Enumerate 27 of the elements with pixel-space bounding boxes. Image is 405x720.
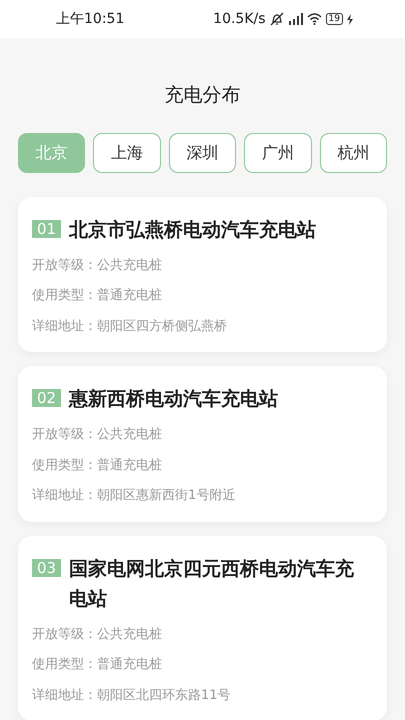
- station-detail: 详细地址：朝阳区北四环东路11号: [32, 686, 232, 705]
- station-name: 北京市弘燕桥电动汽车充电站: [69, 218, 316, 243]
- signal-icon: [288, 13, 303, 25]
- station-number: 02: [32, 389, 62, 408]
- station-detail: 开放等级：公共充电桩: [32, 256, 163, 275]
- station-detail: 详细地址：朝阳区四方桥侧弘燕桥: [32, 318, 228, 336]
- charging-icon: [347, 14, 353, 24]
- city-tab[interactable]: 广州: [244, 132, 312, 173]
- station-number: 01: [32, 220, 62, 238]
- status-time: 上午10:51: [56, 10, 124, 28]
- station-detail: 开放等级：公共充电桩: [32, 626, 163, 644]
- city-tab[interactable]: 杭州: [320, 132, 388, 173]
- page-title: 充电分布: [164, 84, 242, 107]
- station-detail: 详细地址：朝阳区惠新西街1号附近: [32, 487, 236, 506]
- battery-icon: 19: [326, 13, 343, 25]
- network-speed: 10.5K/s: [213, 10, 266, 28]
- mute-icon: [270, 12, 284, 26]
- station-detail: 使用类型：普通充电桩: [32, 456, 163, 475]
- station-name: 惠新西桥电动汽车充电站: [69, 387, 278, 412]
- city-tab[interactable]: 深圳: [168, 132, 236, 173]
- station-name: 国家电网北京四元西桥电动汽车充电站: [69, 556, 356, 612]
- station-detail: 使用类型：普通充电桩: [32, 286, 163, 306]
- station-number: 03: [32, 558, 62, 577]
- city-tab[interactable]: 上海: [93, 132, 161, 173]
- wifi-icon: [306, 13, 322, 25]
- station-detail: 使用类型：普通充电桩: [32, 656, 163, 674]
- station-detail: 开放等级：公共充电桩: [32, 426, 163, 444]
